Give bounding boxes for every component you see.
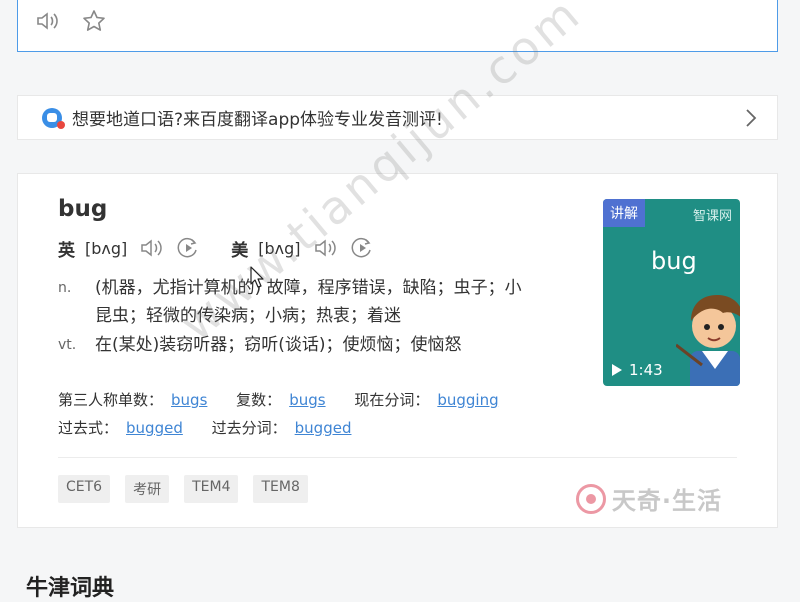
exam-tag[interactable]: TEM4 [184, 475, 239, 503]
plural-label: 复数： [236, 391, 282, 409]
third-person-label: 第三人称单数： [58, 391, 164, 409]
headword: bug [58, 196, 108, 222]
video-duration: 1:43 [629, 361, 663, 379]
definition-item: vt. 在(某处)装窃听器；窃听(谈话)；使烦恼；使恼怒 [58, 331, 538, 359]
star-icon[interactable] [80, 7, 108, 35]
word-forms-row: 过去式： bugged 过去分词： bugged [58, 414, 523, 442]
past-participle-label: 过去分词： [211, 419, 287, 437]
us-phonetic: [bʌg] [258, 238, 301, 258]
us-label: 美 [231, 240, 249, 261]
brand-logo: 天奇·生活 [575, 481, 722, 516]
part-of-speech: vt. [58, 337, 77, 353]
dictionary-card: bug 英 [bʌg] 美 [bʌg] n. (机器，尤指计算机的) 故障，程序… [17, 173, 778, 528]
present-participle-label: 现在分词： [354, 391, 430, 409]
definition-text: 在(某处)装窃听器；窃听(谈话)；使烦恼；使恼怒 [95, 335, 462, 355]
word-forms-row: 第三人称单数： bugs 复数： bugs 现在分词： bugging [58, 386, 523, 414]
word-forms: 第三人称单数： bugs 复数： bugs 现在分词： bugging 过去式： bug… [58, 386, 523, 442]
play-slow-icon[interactable] [175, 236, 201, 260]
baidu-translate-logo-icon [42, 107, 65, 129]
definition-item: n. (机器，尤指计算机的) 故障，程序错误，缺陷；虫子；小昆虫；轻微的传染病；… [58, 274, 538, 330]
uk-phonetic: [bʌg] [85, 238, 128, 258]
exam-tags: CET6 考研 TEM4 TEM8 [58, 475, 323, 503]
speaker-icon[interactable] [313, 236, 339, 260]
definition-text: (机器，尤指计算机的) 故障，程序错误，缺陷；虫子；小昆虫；轻微的传染病；小病；… [95, 278, 522, 326]
part-of-speech: n. [58, 280, 72, 296]
promo-text: 想要地道口语?来百度翻译app体验专业发音测评! [72, 110, 443, 130]
brand-icon [575, 483, 606, 514]
play-icon[interactable] [611, 363, 623, 377]
exam-tag[interactable]: TEM8 [253, 475, 308, 503]
speaker-icon[interactable] [139, 236, 165, 260]
exam-tag[interactable]: 考研 [125, 475, 170, 503]
definitions-list: n. (机器，尤指计算机的) 故障，程序错误，缺陷；虫子；小昆虫；轻微的传染病；… [58, 274, 538, 360]
section-title: 牛津词典 [26, 576, 115, 601]
past-link[interactable]: bugged [126, 419, 183, 437]
video-course-name: 智课网 [692, 209, 732, 224]
past-label: 过去式： [58, 419, 119, 437]
past-participle-link[interactable]: bugged [295, 419, 352, 437]
play-slow-icon[interactable] [349, 236, 375, 260]
chevron-right-icon[interactable] [745, 108, 757, 132]
brand-name: 天奇·生活 [611, 487, 722, 515]
video-thumbnail[interactable]: 讲解 智课网 bug 1:43 [603, 199, 740, 386]
uk-label: 英 [58, 240, 75, 261]
speaker-icon[interactable] [34, 7, 62, 35]
phonetics-row: 英 [bʌg] 美 [bʌg] [58, 236, 385, 261]
plural-link[interactable]: bugs [289, 391, 325, 409]
promo-banner[interactable]: 想要地道口语?来百度翻译app体验专业发音测评! [17, 95, 778, 140]
mouse-cursor-icon [250, 266, 264, 288]
video-play-control[interactable]: 1:43 [611, 361, 663, 379]
third-person-link[interactable]: bugs [171, 391, 207, 409]
exam-tag[interactable]: CET6 [58, 475, 111, 503]
search-input-panel[interactable] [17, 0, 778, 52]
present-participle-link[interactable]: bugging [437, 391, 498, 409]
video-badge: 讲解 [603, 199, 645, 227]
divider [58, 457, 737, 458]
teacher-cartoon-icon [676, 295, 740, 386]
video-word: bug [651, 247, 697, 275]
